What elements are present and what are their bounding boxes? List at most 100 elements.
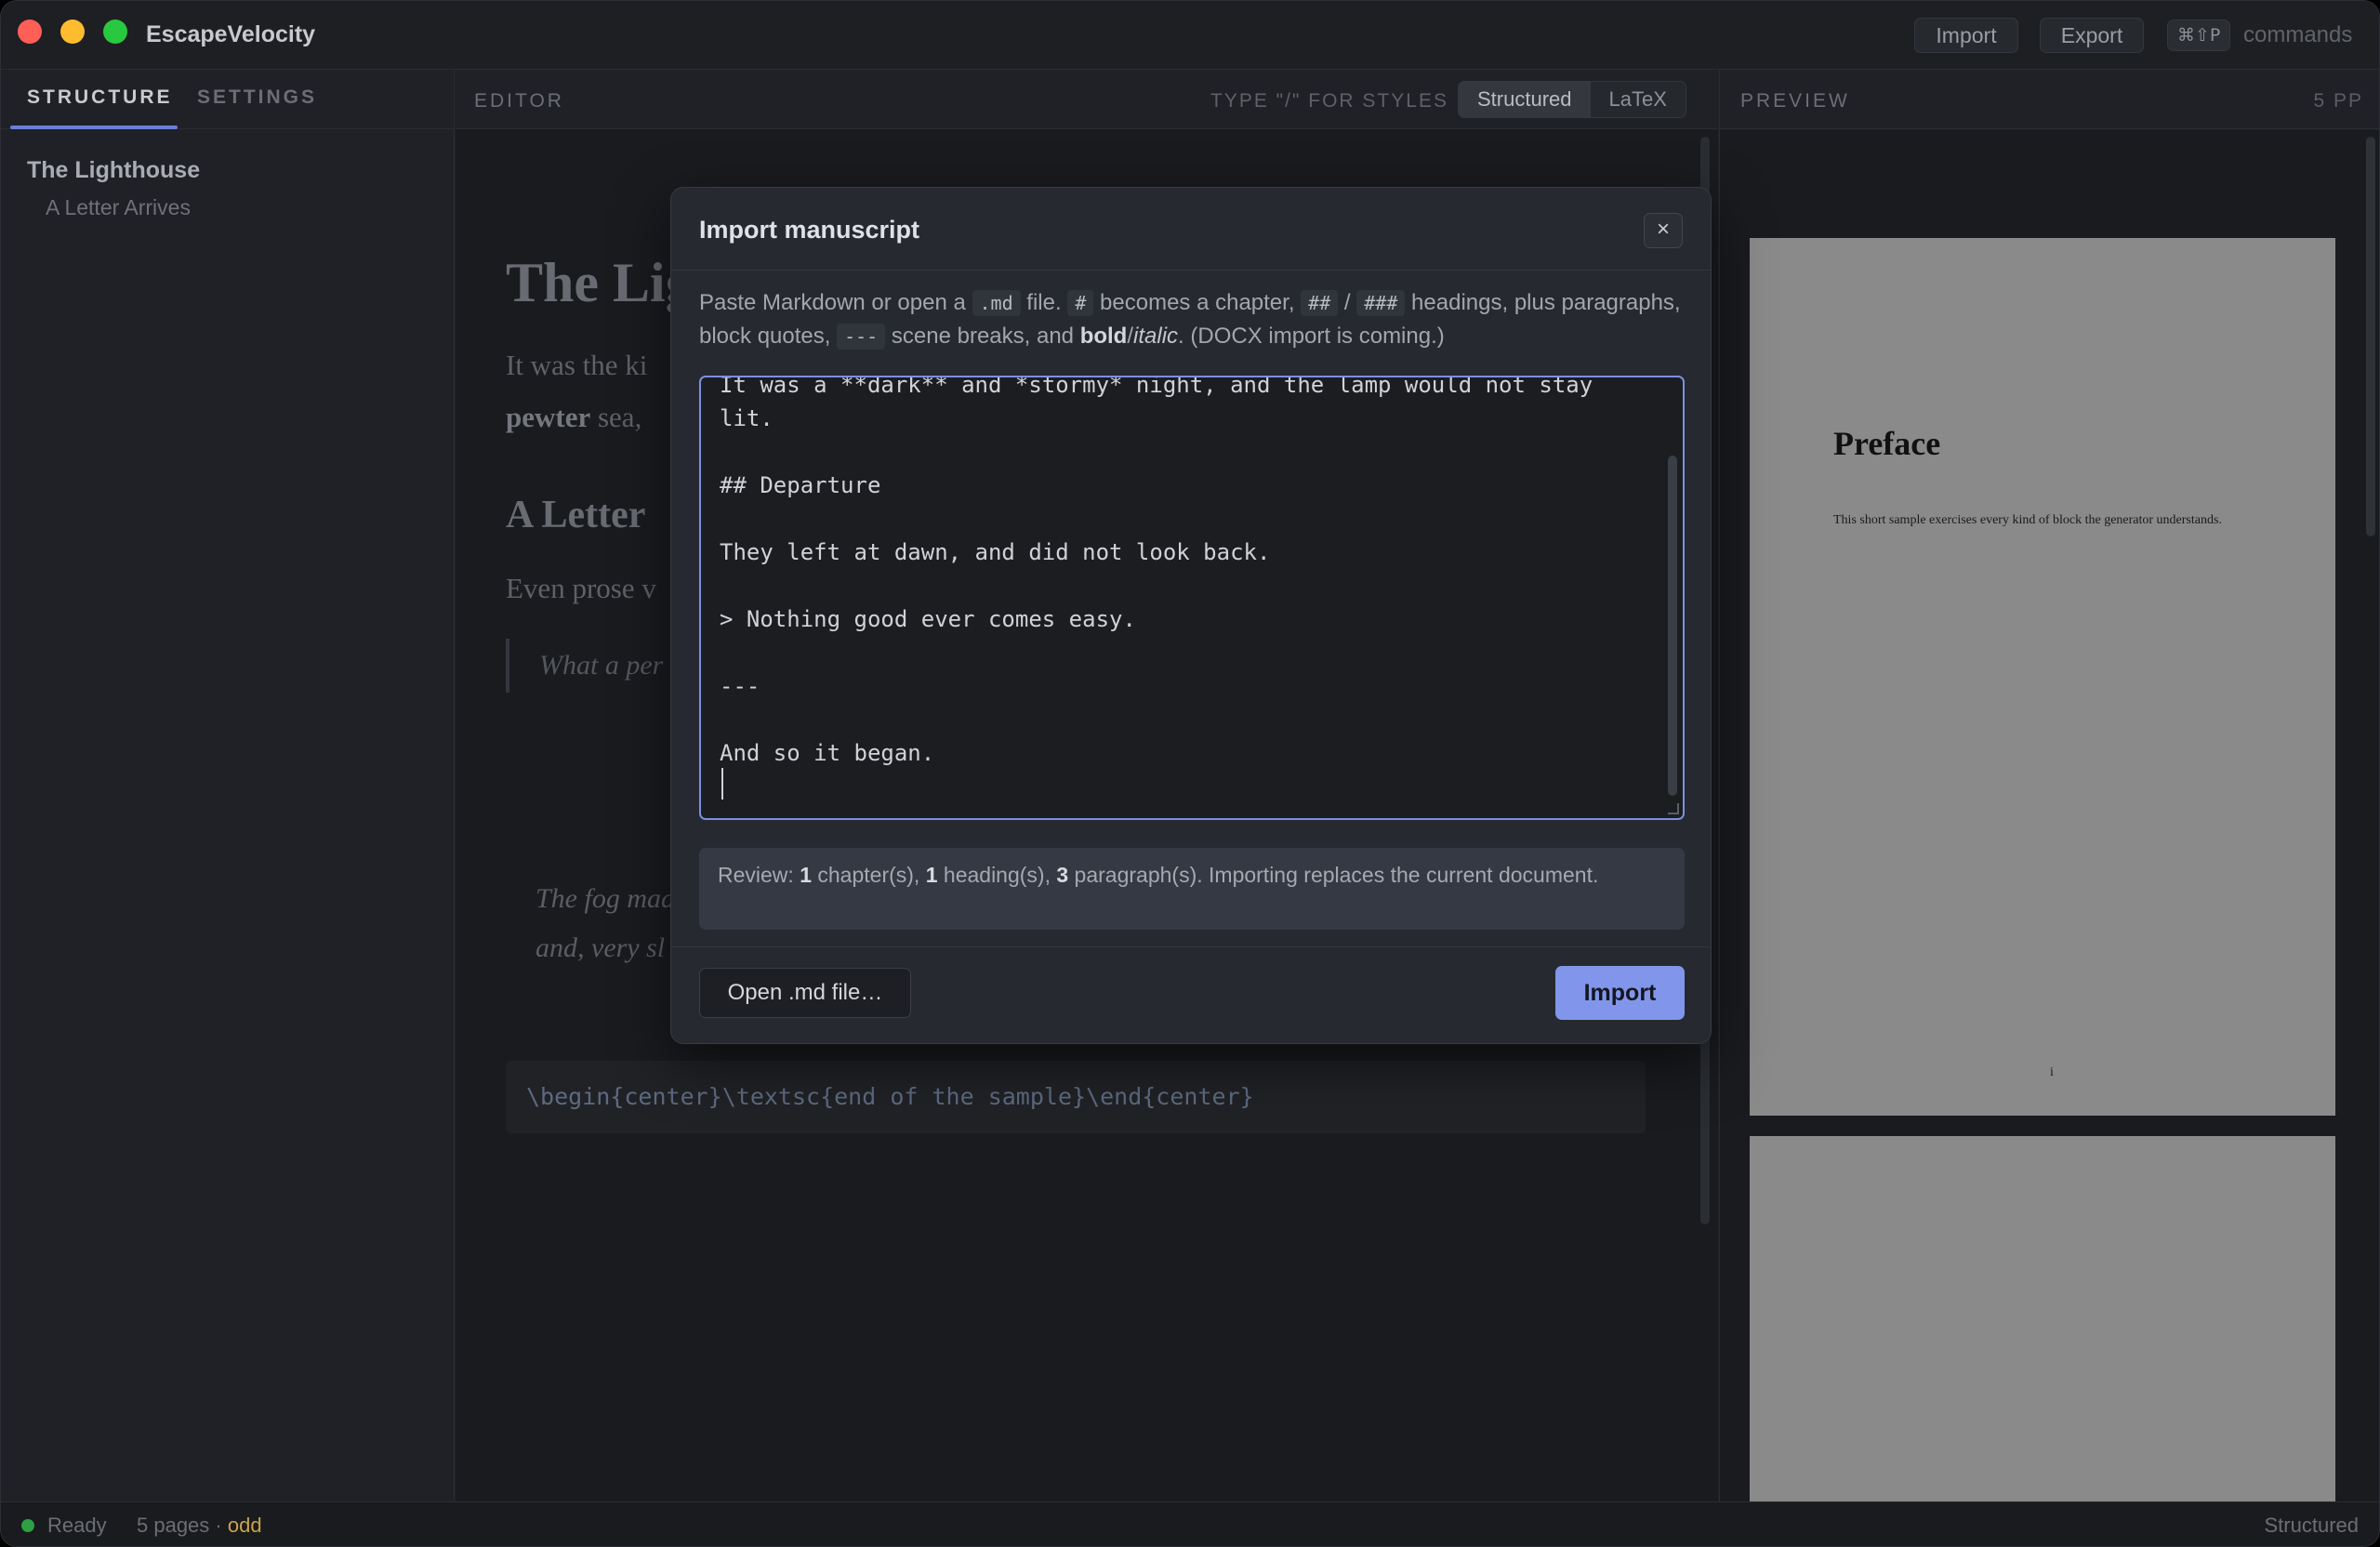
page-parity: odd: [227, 1514, 262, 1537]
divider: [671, 946, 1711, 947]
paragraph[interactable]: It was the ki: [506, 349, 647, 382]
latex-code-block[interactable]: \begin{center}\textsc{end of the sample}…: [506, 1061, 1646, 1133]
import-dialog: Import manuscript × Paste Markdown or op…: [670, 187, 1712, 1044]
desc-text: becomes a chapter,: [1093, 290, 1302, 315]
italic-paragraph[interactable]: and, very sl: [536, 932, 665, 964]
bold-text: bold: [1079, 324, 1128, 349]
editor-label: EDITOR: [474, 90, 564, 112]
desc-text: file.: [1020, 290, 1068, 315]
desc-text: /: [1127, 324, 1134, 349]
markdown-line: [720, 703, 1593, 736]
mode-structured-button[interactable]: Structured: [1459, 82, 1591, 117]
sidebar: STRUCTURE SETTINGS The Lighthouse A Lett…: [1, 70, 455, 1501]
inline-code: .md: [972, 290, 1021, 316]
paragraph-text: sea,: [590, 401, 642, 433]
markdown-line: They left at dawn, and did not look back…: [720, 539, 1271, 565]
divider: [671, 270, 1711, 271]
app-window: EscapeVelocity Import Export ⌘⇧P command…: [0, 0, 2380, 1547]
outline-chapter[interactable]: The Lighthouse: [27, 157, 200, 184]
inline-code: ###: [1356, 290, 1406, 316]
preview-pane: PREVIEW 5 PP Preface This short sample e…: [1719, 70, 2379, 1546]
resize-handle[interactable]: [1668, 803, 1679, 814]
preview-area: Preface This short sample exercises ever…: [1720, 130, 2379, 1546]
status-text: Ready: [47, 1514, 107, 1537]
preview-page[interactable]: [1750, 1136, 2335, 1546]
page-text: This short sample exercises every kind o…: [1833, 513, 2222, 527]
desc-text: . (DOCX import is coming.): [1178, 324, 1445, 349]
status-bar: Ready 5 pages · odd Structured: [1, 1501, 2379, 1546]
title-bar: EscapeVelocity Import Export ⌘⇧P command…: [1, 1, 2379, 70]
italic-text: italic: [1133, 324, 1179, 349]
desc-text: Paste Markdown or open a: [699, 290, 972, 315]
desc-text: scene breaks, and: [885, 324, 1080, 349]
markdown-text: It was a **dark** and *stormy* night, an…: [720, 376, 1593, 770]
import-review: Review: 1 chapter(s), 1 heading(s), 3 pa…: [699, 848, 1685, 930]
status-indicator: [21, 1519, 34, 1532]
review-text: heading(s),: [937, 863, 1057, 887]
review-text: chapter(s),: [812, 863, 926, 887]
app-title: EscapeVelocity: [146, 21, 316, 47]
outline-heading[interactable]: A Letter Arrives: [46, 195, 191, 220]
mode-latex-button[interactable]: LaTeX: [1591, 82, 1686, 117]
markdown-line: > Nothing good ever comes easy.: [720, 606, 1136, 632]
tab-settings[interactable]: SETTINGS: [197, 86, 317, 109]
markdown-line: ## Departure: [720, 472, 881, 498]
markdown-line: lit.: [720, 405, 774, 431]
textarea-scrollbar[interactable]: [1668, 456, 1677, 796]
styles-hint: TYPE "/" FOR STYLES: [1210, 90, 1448, 112]
page-number: i: [2050, 1065, 2054, 1079]
zoom-window-button[interactable]: [103, 20, 127, 44]
markdown-line: [720, 569, 1593, 602]
dialog-title: Import manuscript: [699, 216, 920, 244]
document-title[interactable]: The Lig: [506, 251, 694, 315]
mode-indicator: Structured: [2264, 1514, 2360, 1537]
close-window-button[interactable]: [18, 20, 42, 44]
review-text: paragraph(s). Importing replaces the cur…: [1068, 863, 1599, 887]
heading-count: 1: [925, 863, 938, 887]
paragraph[interactable]: pewter sea,: [506, 401, 641, 434]
active-tab-indicator: [10, 126, 178, 129]
chapter-count: 1: [800, 863, 812, 887]
open-md-file-button[interactable]: Open .md file…: [699, 968, 911, 1018]
review-text: Review:: [718, 863, 800, 887]
import-button[interactable]: Import: [1555, 966, 1685, 1020]
editor-mode-toggle: Structured LaTeX: [1458, 81, 1686, 118]
sidebar-tabs: STRUCTURE SETTINGS: [1, 70, 454, 129]
page-total: 5 pages: [137, 1514, 210, 1537]
dialog-description: Paste Markdown or open a .md file. # bec…: [699, 286, 1685, 353]
markdown-line: And so it began.: [720, 740, 935, 766]
markdown-line: [720, 435, 1593, 469]
section-heading[interactable]: A Letter: [506, 493, 645, 537]
markdown-line: [720, 636, 1593, 669]
preview-page[interactable]: Preface This short sample exercises ever…: [1750, 238, 2335, 1116]
italic-paragraph[interactable]: The fog mad: [536, 883, 675, 915]
paragraph[interactable]: Even prose v: [506, 572, 656, 605]
inline-code: #: [1067, 290, 1094, 316]
inline-code: ##: [1301, 290, 1339, 316]
bold-text: pewter: [506, 401, 591, 433]
markdown-line: ---: [720, 673, 760, 699]
preview-label: PREVIEW: [1740, 90, 1850, 112]
commands-label[interactable]: commands: [2243, 22, 2352, 48]
preview-header: PREVIEW 5 PP: [1720, 70, 2379, 129]
markdown-line: It was a **dark** and *stormy* night, an…: [720, 376, 1593, 398]
toolbar-import-button[interactable]: Import: [1914, 18, 2018, 53]
markdown-line: [720, 502, 1593, 536]
editor-header: EDITOR TYPE "/" FOR STYLES Structured La…: [456, 70, 1718, 129]
markdown-input[interactable]: It was a **dark** and *stormy* night, an…: [699, 376, 1685, 820]
text-caret: [721, 768, 723, 800]
page-info: 5 pages · odd: [137, 1514, 262, 1538]
desc-text: /: [1338, 290, 1357, 315]
preview-scrollbar[interactable]: [2366, 137, 2375, 536]
command-palette-shortcut[interactable]: ⌘⇧P: [2167, 20, 2231, 51]
page-count: 5 PP: [2313, 90, 2363, 112]
close-dialog-button[interactable]: ×: [1644, 213, 1683, 248]
page-heading: Preface: [1833, 425, 1941, 462]
toolbar-export-button[interactable]: Export: [2040, 18, 2144, 53]
minimize-window-button[interactable]: [60, 20, 85, 44]
inline-code: ---: [837, 324, 886, 350]
paragraph-count: 3: [1056, 863, 1069, 887]
tab-structure[interactable]: STRUCTURE: [27, 86, 173, 109]
block-quote[interactable]: What a per: [506, 639, 663, 693]
separator: ·: [209, 1514, 228, 1537]
